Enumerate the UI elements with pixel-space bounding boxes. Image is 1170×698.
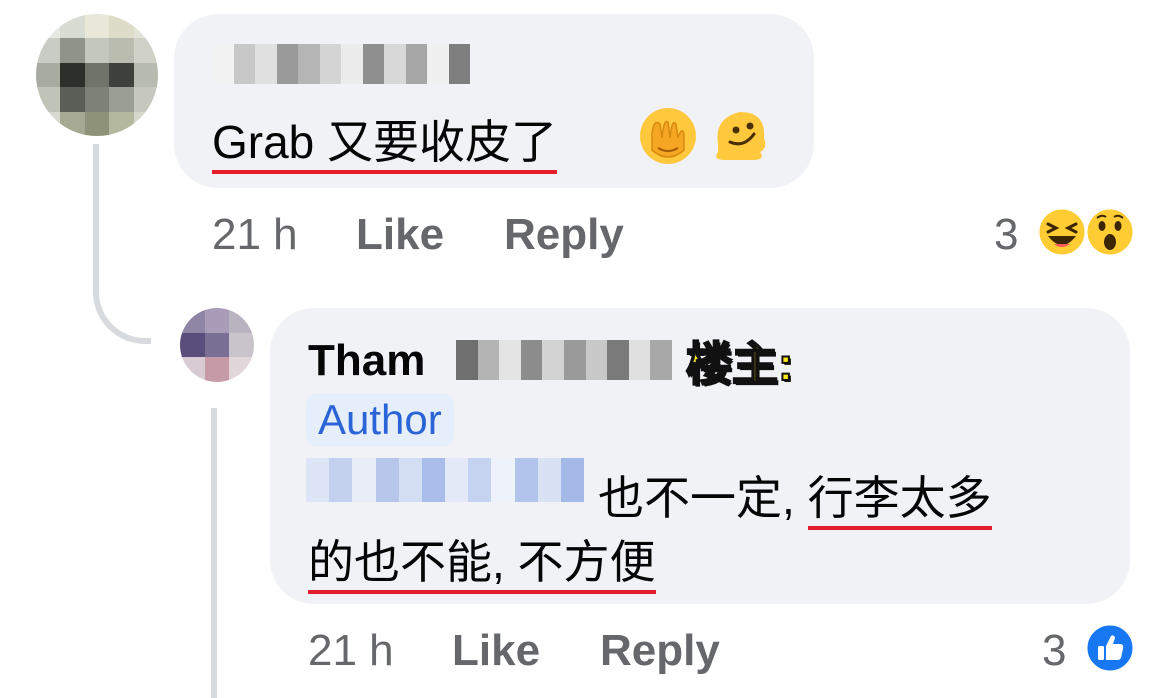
pixel-block — [491, 458, 515, 502]
pixel-block — [563, 340, 586, 380]
pixel-block — [133, 87, 158, 112]
pixel-block — [109, 87, 134, 112]
pixel-block — [362, 44, 384, 84]
pixel-block — [298, 44, 320, 84]
pixel-block — [456, 340, 478, 380]
pixel-block — [477, 340, 500, 380]
pixel-block — [628, 340, 651, 380]
pixel-block — [60, 87, 85, 112]
pixel-block — [229, 332, 254, 358]
op-annotation-label: 楼主: — [685, 337, 794, 391]
commenter-avatar[interactable] — [36, 14, 158, 136]
pixel-block — [109, 111, 134, 136]
pixel-block — [60, 62, 85, 88]
pixel-block — [180, 308, 205, 333]
pixel-block — [84, 62, 110, 88]
thread-connector-line — [93, 144, 151, 344]
pixel-block — [319, 44, 341, 84]
pixel-block — [133, 38, 158, 63]
pixel-block — [84, 111, 110, 136]
reply-button[interactable]: Reply — [504, 210, 624, 260]
pixel-block — [229, 357, 254, 382]
pixel-block — [520, 340, 543, 380]
laughing-reaction-icon[interactable] — [1036, 206, 1088, 258]
pixel-block — [204, 332, 230, 358]
comment-timestamp[interactable]: 21 h — [308, 626, 394, 676]
like-reaction-icon[interactable] — [1084, 622, 1136, 674]
pixel-block — [36, 111, 61, 136]
redacted-commenter-name[interactable] — [212, 44, 470, 84]
pixel-block — [60, 38, 85, 63]
pixel-block — [60, 111, 85, 136]
pixel-block — [204, 308, 230, 333]
pixel-block — [36, 62, 61, 88]
pixel-block — [405, 44, 427, 84]
author-avatar[interactable] — [180, 308, 254, 382]
comment-text: Grab 又要收皮了 — [212, 106, 558, 174]
pixel-block — [445, 458, 469, 502]
reaction-count[interactable]: 3 — [994, 210, 1018, 260]
pixel-block — [537, 458, 561, 502]
face-with-hand-over-mouth-emoji — [640, 108, 696, 164]
pixel-block — [36, 87, 61, 112]
pixel-block — [276, 44, 298, 84]
pixel-block — [352, 458, 376, 502]
pixel-block — [650, 340, 672, 380]
pixel-block — [229, 308, 254, 333]
pixel-block — [421, 458, 446, 502]
pixel-block — [84, 38, 110, 63]
reply-text-line-2: 的也不能, 不方便 — [308, 526, 656, 594]
pixel-block — [133, 14, 158, 39]
pixel-block — [448, 44, 470, 84]
reaction-count[interactable]: 3 — [1042, 626, 1066, 676]
pixel-block — [133, 62, 158, 88]
pixel-block — [607, 340, 629, 380]
comment-text-highlight: 又要收皮了 — [327, 116, 558, 174]
pixel-block — [514, 458, 538, 502]
pixel-block — [427, 44, 449, 84]
reply-button[interactable]: Reply — [600, 626, 720, 676]
pixel-block — [36, 14, 61, 39]
reply-text-line-1: 也不一定, 行李太多 — [598, 462, 992, 530]
pixel-block — [329, 458, 353, 502]
pixel-block — [60, 14, 85, 39]
pixel-block — [255, 44, 277, 84]
pixel-block — [306, 458, 330, 502]
pixel-block — [585, 340, 608, 380]
redacted-author-surname[interactable] — [456, 340, 672, 380]
pixel-block — [233, 44, 255, 84]
redacted-mention-tag[interactable] — [306, 458, 585, 502]
pixel-block — [560, 458, 585, 502]
pixel-block — [542, 340, 564, 380]
pixel-block — [109, 38, 134, 63]
pixel-block — [109, 14, 134, 39]
comment-text-prefix: Grab — [212, 116, 328, 174]
pixel-block — [180, 332, 205, 358]
pixel-block — [36, 38, 61, 63]
author-name[interactable]: Tham — [308, 336, 425, 386]
melting-face-emoji — [716, 112, 766, 160]
pixel-block — [341, 44, 363, 84]
thread-connector-line — [211, 408, 217, 698]
reply-text-highlight: 的也不能, 不方便 — [308, 536, 656, 594]
author-badge: Author — [306, 394, 454, 446]
pixel-block — [84, 14, 110, 39]
reply-text-part: 也不一定, — [598, 472, 808, 524]
pixel-block — [212, 44, 234, 84]
comment-timestamp[interactable]: 21 h — [212, 210, 298, 260]
pixel-block — [204, 357, 230, 382]
pixel-block — [375, 458, 399, 502]
pixel-block — [468, 458, 492, 502]
pixel-block — [133, 111, 158, 136]
like-button[interactable]: Like — [356, 210, 444, 260]
pixel-block — [180, 357, 205, 382]
pixel-block — [384, 44, 406, 84]
pixel-block — [109, 62, 134, 88]
like-button[interactable]: Like — [452, 626, 540, 676]
wow-reaction-icon[interactable] — [1084, 206, 1136, 258]
reply-text-highlight: 行李太多 — [807, 472, 992, 530]
pixel-block — [84, 87, 110, 112]
pixel-block — [398, 458, 422, 502]
pixel-block — [499, 340, 521, 380]
